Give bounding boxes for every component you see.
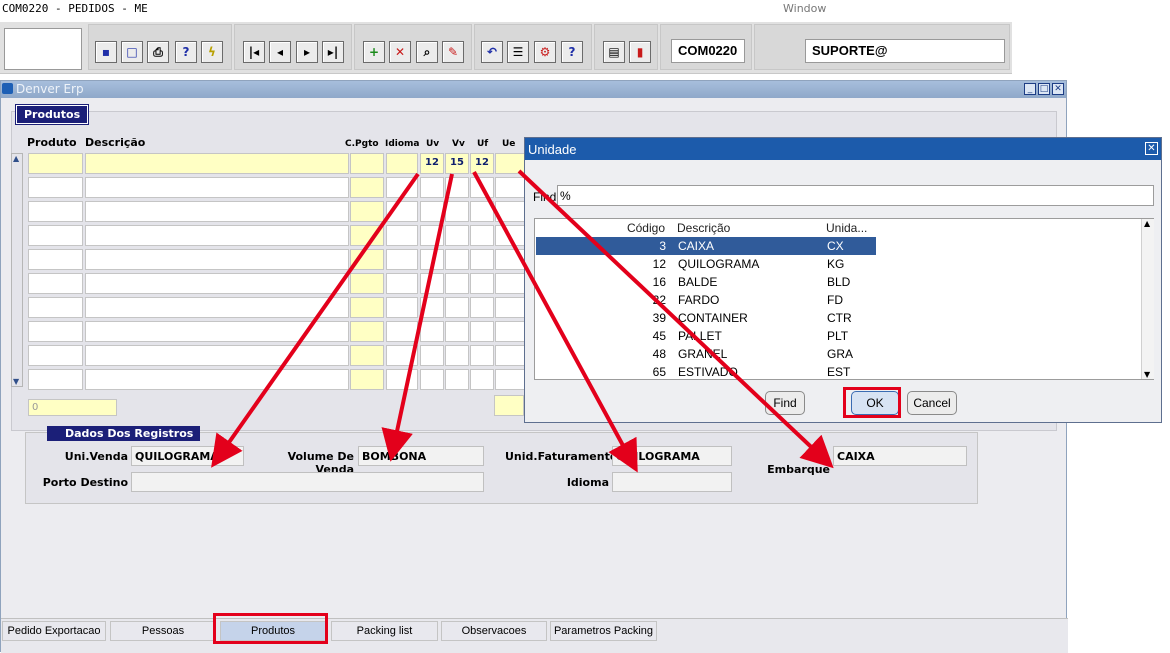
annotation-arrows xyxy=(211,169,834,473)
arrow-uv xyxy=(211,172,420,468)
arrow-vv xyxy=(381,173,454,462)
arrow-ue xyxy=(517,169,834,469)
arrow-uf xyxy=(472,171,638,473)
